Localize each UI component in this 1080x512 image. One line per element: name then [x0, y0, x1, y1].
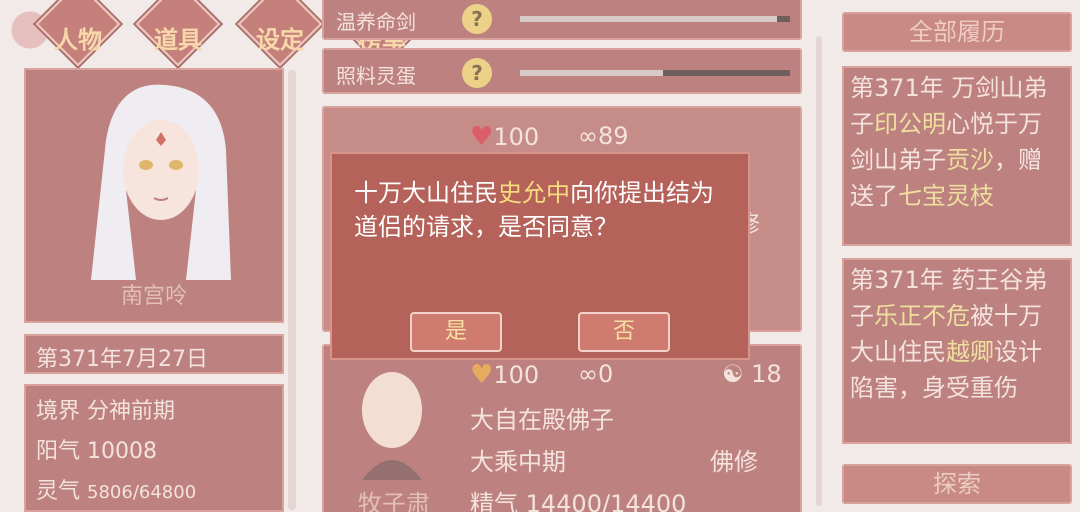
suitor-name: 史允中	[498, 179, 570, 207]
no-button[interactable]: 否	[578, 312, 670, 352]
proposal-dialog: 十万大山住民史允中向你提出结为道侣的请求，是否同意？ 是 否	[330, 152, 750, 360]
yes-button[interactable]: 是	[410, 312, 502, 352]
dialog-message: 十万大山住民史允中向你提出结为道侣的请求，是否同意？	[354, 179, 714, 241]
